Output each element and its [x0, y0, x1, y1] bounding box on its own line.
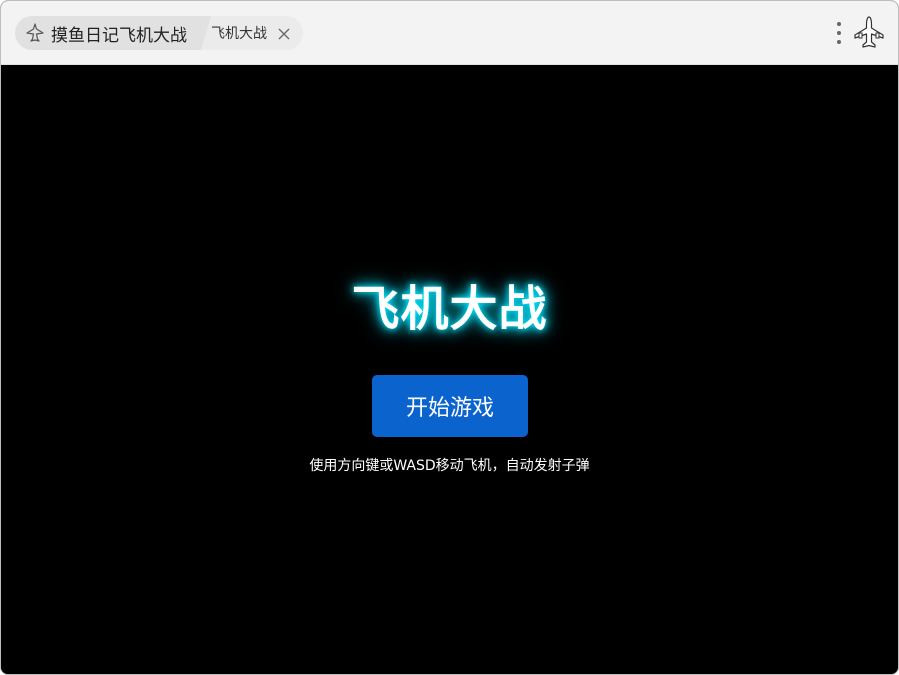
start-game-button[interactable]: 开始游戏: [372, 375, 528, 437]
app-name-pill[interactable]: 摸鱼日记飞机大战: [15, 16, 211, 50]
tab-active[interactable]: 飞机大战: [197, 16, 303, 50]
game-title: 飞机大战: [351, 281, 548, 337]
more-vertical-icon[interactable]: [833, 20, 845, 48]
airplane-icon[interactable]: [851, 15, 887, 51]
title-bar: 摸鱼日记飞机大战 飞机大战: [1, 1, 898, 65]
tab-title: 飞机大战: [211, 26, 267, 42]
app-title: 摸鱼日记飞机大战: [51, 25, 187, 46]
app-window: 摸鱼日记飞机大战 飞机大战 飞机大战 开始游戏 使用方向键或WASD移动飞机，自…: [0, 0, 899, 675]
instructions-text: 使用方向键或WASD移动飞机，自动发射子弹: [309, 458, 590, 474]
game-stage[interactable]: 飞机大战 开始游戏 使用方向键或WASD移动飞机，自动发射子弹: [1, 65, 898, 674]
close-icon[interactable]: [277, 26, 291, 40]
plane-logo-icon: [25, 23, 45, 43]
tab-strip: 摸鱼日记飞机大战 飞机大战: [15, 16, 303, 50]
